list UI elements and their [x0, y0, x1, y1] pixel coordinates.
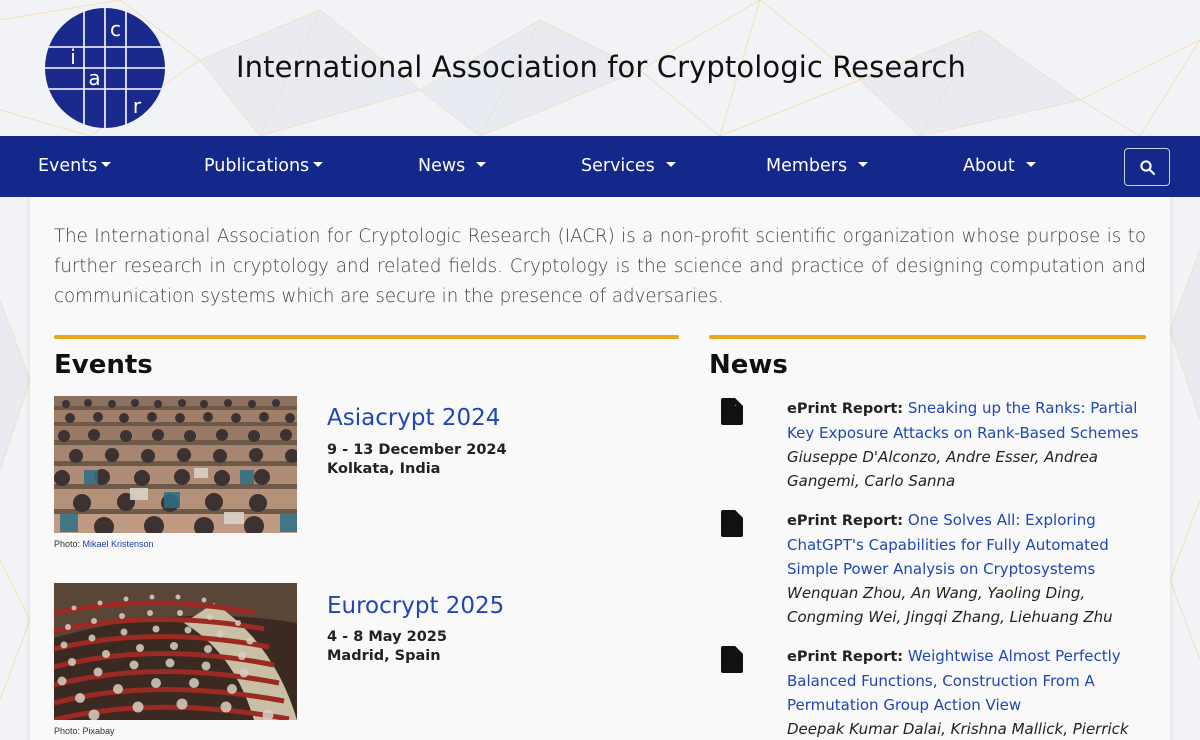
- chevron-down-icon: [476, 162, 487, 167]
- nav-members[interactable]: Members: [766, 136, 869, 197]
- news-item-authors: Wenquan Zhou, An Wang, Yaoling Ding, Con…: [787, 584, 1113, 626]
- chevron-down-icon: [101, 162, 112, 167]
- nav-news[interactable]: News: [418, 136, 487, 197]
- news-item-label: ePrint Report:: [787, 513, 904, 529]
- site-title: International Association for Cryptologi…: [236, 50, 967, 84]
- chevron-down-icon: [313, 162, 324, 167]
- photo-credit-asiacrypt: Photo: Mikael Kristenson: [54, 539, 154, 549]
- event-dates-eurocrypt: 4 - 8 May 2025: [327, 629, 447, 645]
- site-header: c i a r International Association for Cr…: [0, 0, 1200, 136]
- event-title-eurocrypt[interactable]: Eurocrypt 2025: [327, 593, 504, 619]
- nav-about[interactable]: About: [963, 136, 1036, 197]
- nav-about-label: About: [963, 156, 1015, 176]
- news-item-label: ePrint Report:: [787, 649, 904, 665]
- news-item-authors: Giuseppe D'Alconzo, Andre Esser, Andrea …: [787, 448, 1098, 490]
- event-photo-asiacrypt[interactable]: [54, 396, 297, 533]
- photo-credit-link[interactable]: Mikael Kristenson: [83, 539, 154, 549]
- nav-events-label: Events: [38, 156, 98, 176]
- intro-paragraph: The International Association for Crypto…: [54, 226, 1146, 307]
- chevron-down-icon: [858, 162, 869, 167]
- events-divider: [54, 335, 679, 339]
- photo-credit-eurocrypt: Photo: Pixabay: [54, 726, 115, 736]
- event-title-asiacrypt[interactable]: Asiacrypt 2024: [327, 405, 500, 431]
- iacr-logo[interactable]: c i a r: [44, 7, 166, 129]
- logo-letter-c: c: [110, 17, 121, 41]
- event-dates-asiacrypt: 9 - 13 December 2024: [327, 442, 507, 458]
- events-heading: Events: [54, 350, 153, 380]
- search-icon: [1140, 160, 1155, 175]
- logo-letter-r: r: [133, 94, 142, 118]
- news-item-body: ePrint Report: One Solves All: Exploring…: [787, 508, 1149, 629]
- news-item-authors: Deepak Kumar Dalai, Krishna Mallick, Pie…: [787, 720, 1129, 738]
- nav-services-label: Services: [581, 156, 655, 176]
- chevron-down-icon: [665, 162, 676, 167]
- document-icon: [721, 398, 743, 425]
- nav-news-label: News: [418, 156, 466, 176]
- news-heading: News: [709, 350, 788, 380]
- event-location-eurocrypt: Madrid, Spain: [327, 648, 441, 664]
- search-button[interactable]: [1124, 148, 1170, 186]
- photo-credit-prefix: Photo:: [54, 726, 83, 736]
- photo-credit-prefix: Photo:: [54, 539, 83, 549]
- logo-letter-i: i: [70, 45, 76, 69]
- news-item-body: ePrint Report: Weightwise Almost Perfect…: [787, 644, 1149, 740]
- event-location-asiacrypt: Kolkata, India: [327, 461, 441, 477]
- chevron-down-icon: [1025, 162, 1036, 167]
- event-photo-eurocrypt[interactable]: [54, 583, 297, 720]
- news-item-label: ePrint Report:: [787, 401, 904, 417]
- nav-publications[interactable]: Publications: [204, 136, 324, 197]
- main-navbar: Events Publications News Services Member…: [0, 136, 1200, 197]
- document-icon: [721, 646, 743, 673]
- document-icon: [721, 510, 743, 537]
- news-divider: [709, 335, 1146, 339]
- nav-publications-label: Publications: [204, 156, 310, 176]
- nav-members-label: Members: [766, 156, 848, 176]
- logo-letter-a: a: [88, 66, 100, 90]
- nav-events[interactable]: Events: [38, 136, 112, 197]
- news-item-body: ePrint Report: Sneaking up the Ranks: Pa…: [787, 396, 1149, 493]
- main-content: The International Association for Crypto…: [30, 197, 1170, 740]
- nav-services[interactable]: Services: [581, 136, 676, 197]
- photo-credit-name: Pixabay: [82, 726, 115, 736]
